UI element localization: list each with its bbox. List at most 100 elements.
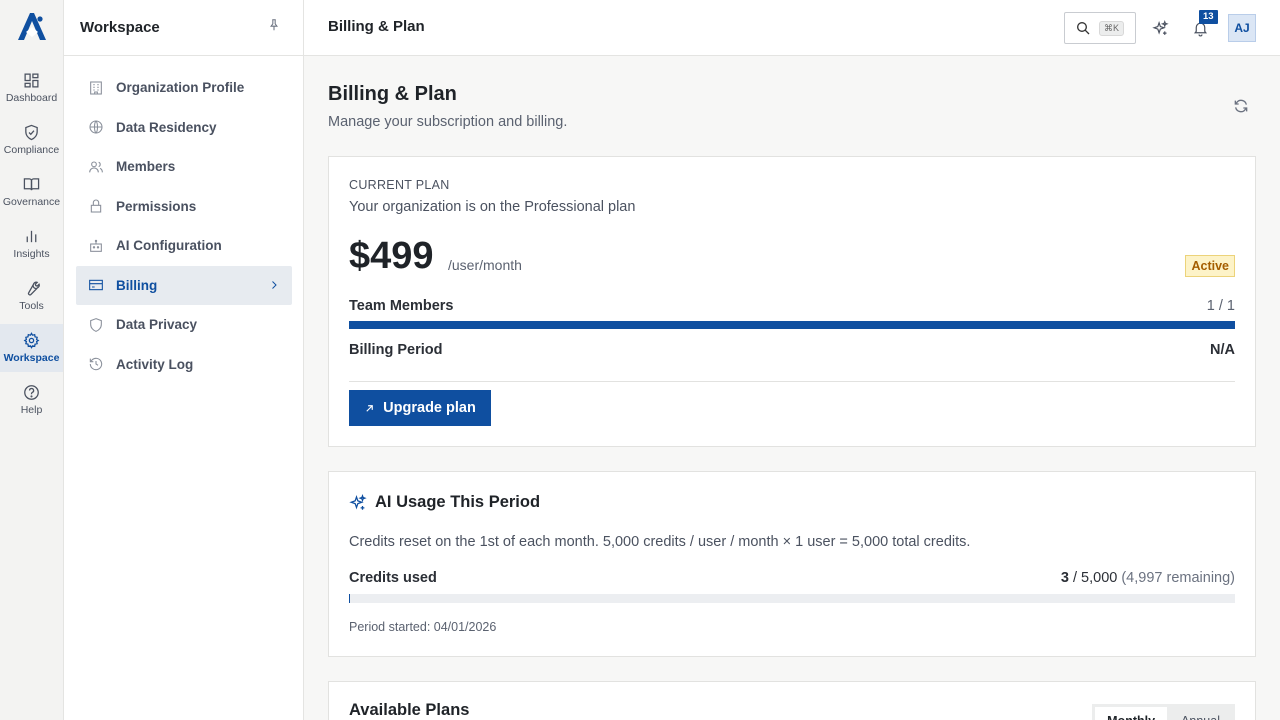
sidebar-item-data-residency[interactable]: Data Residency: [76, 108, 292, 148]
notification-count-badge: 13: [1199, 10, 1218, 24]
sparkles-icon: [349, 493, 367, 510]
sparkles-icon: [1151, 19, 1169, 35]
plan-price: $499: [349, 235, 434, 277]
rail-item-tools[interactable]: Tools: [0, 272, 63, 320]
billing-period-label: Billing Period: [349, 342, 443, 358]
pin-icon: [270, 19, 278, 31]
sidebar-item-organization-profile[interactable]: Organization Profile: [76, 68, 292, 108]
user-avatar[interactable]: AJ: [1228, 14, 1256, 42]
sidebar-item-label: AI Configuration: [116, 238, 222, 254]
icon-rail: Dashboard Compliance Governance Insights…: [0, 0, 64, 720]
users-icon: [89, 161, 103, 173]
team-members-label: Team Members: [349, 298, 454, 314]
team-members-progress: [349, 321, 1235, 329]
rail-item-help[interactable]: Help: [0, 376, 63, 424]
bar-chart-icon: [26, 230, 37, 243]
rail-label: Tools: [19, 300, 44, 312]
ai-usage-title-text: AI Usage This Period: [375, 493, 541, 511]
sidebar-item-activity-log[interactable]: Activity Log: [76, 345, 292, 385]
credits-progress: [349, 594, 1235, 603]
rail-item-dashboard[interactable]: Dashboard: [0, 64, 63, 112]
breadcrumb: Billing & Plan: [328, 18, 425, 35]
sidebar-item-permissions[interactable]: Permissions: [76, 187, 292, 227]
current-plan-eyebrow: CURRENT PLAN: [349, 178, 450, 192]
credits-used-count: 3: [1060, 570, 1069, 586]
rail-label: Workspace: [3, 352, 60, 364]
upgrade-plan-button[interactable]: Upgrade plan: [349, 390, 491, 426]
rail-item-workspace[interactable]: Workspace: [0, 324, 63, 372]
upgrade-plan-label: Upgrade plan: [383, 400, 476, 416]
sidebar-header: Workspace: [64, 0, 303, 56]
price-unit: /user/month: [448, 257, 522, 273]
sidebar-item-ai-configuration[interactable]: AI Configuration: [76, 226, 292, 266]
billing-cycle-toggle: Monthly Annual: [1092, 704, 1235, 720]
shield-icon: [90, 317, 102, 332]
toggle-annual[interactable]: Annual: [1169, 707, 1232, 720]
current-plan-card: CURRENT PLAN Your organization is on the…: [328, 156, 1256, 447]
sidebar-item-label: Data Residency: [116, 119, 217, 135]
toggle-monthly[interactable]: Monthly: [1095, 707, 1168, 720]
book-icon: [23, 178, 40, 191]
dashboard-icon: [24, 73, 39, 88]
rail-label: Dashboard: [5, 92, 58, 104]
rail-item-compliance[interactable]: Compliance: [0, 116, 63, 164]
shield-check-icon: [25, 124, 38, 141]
rail-label: Insights: [13, 248, 50, 260]
sidebar-nav: Organization Profile Data Residency Memb…: [76, 68, 292, 384]
rail-label: Compliance: [3, 144, 60, 156]
divider: [349, 381, 1235, 382]
ai-usage-card: AI Usage This Period Credits reset on th…: [328, 471, 1256, 657]
sidebar-item-label: Data Privacy: [116, 317, 198, 333]
shortcut-hint: ⌘K: [1099, 20, 1125, 36]
team-members-value: 1 / 1: [1206, 298, 1235, 314]
team-members-progress-fill: [349, 321, 1235, 329]
sidebar-item-members[interactable]: Members: [76, 147, 292, 187]
credit-card-icon: [89, 280, 103, 291]
credits-total: / 5,000: [1068, 570, 1118, 586]
lock-icon: [90, 199, 102, 213]
pin-button[interactable]: [267, 18, 281, 37]
sidebar-item-label: Organization Profile: [116, 80, 245, 96]
page-title: Billing & Plan: [328, 83, 457, 105]
robot-icon: [90, 239, 102, 252]
plan-description: Your organization is on the Professional…: [349, 199, 636, 215]
ai-usage-title: AI Usage This Period: [349, 493, 540, 512]
sidebar-item-label: Billing: [116, 277, 158, 293]
sidebar-item-billing[interactable]: Billing: [76, 265, 292, 305]
billing-period-value: N/A: [1210, 342, 1235, 358]
top-bar: Billing & Plan ⌘K 13 AJ: [304, 0, 1280, 56]
sidebar-title: Workspace: [80, 19, 160, 36]
globe-icon: [89, 120, 103, 135]
available-plans-card: Available Plans Monthly Annual: [328, 681, 1256, 720]
credits-used-value: 3 / 5,000 (4,997 remaining): [1061, 570, 1235, 586]
rail-label: Governance: [2, 196, 61, 208]
rail-item-governance[interactable]: Governance: [0, 168, 63, 216]
logo-icon: [18, 13, 46, 40]
credits-progress-fill: [349, 594, 350, 603]
period-started: Period started: 04/01/2026: [349, 620, 497, 634]
building-icon: [90, 81, 102, 95]
sidebar-item-data-privacy[interactable]: Data Privacy: [76, 305, 292, 345]
search-button[interactable]: ⌘K: [1064, 12, 1136, 44]
refresh-icon[interactable]: [1233, 98, 1249, 114]
credits-description: Credits reset on the 1st of each month. …: [349, 534, 971, 550]
workspace-sidebar: Workspace Organization Profile Data Resi…: [64, 0, 304, 720]
available-plans-title: Available Plans: [349, 701, 470, 719]
sidebar-item-label: Members: [116, 159, 176, 175]
arrow-up-right-icon: [366, 404, 373, 412]
sidebar-item-label: Activity Log: [116, 356, 194, 372]
sidebar-item-label: Permissions: [116, 198, 197, 214]
rail-item-insights[interactable]: Insights: [0, 220, 63, 268]
help-circle-icon: [24, 385, 39, 400]
credits-remaining: (4,997 remaining): [1117, 570, 1235, 586]
credits-used-label: Credits used: [349, 570, 437, 586]
wrench-icon: [27, 281, 40, 296]
history-icon: [89, 358, 103, 371]
ai-assistant-button[interactable]: [1148, 16, 1172, 40]
app-logo[interactable]: [0, 10, 64, 46]
gear-icon: [23, 332, 40, 349]
chevron-right-icon: [272, 281, 277, 290]
page-subtitle: Manage your subscription and billing.: [328, 114, 568, 130]
status-badge: Active: [1185, 255, 1235, 277]
search-icon: [1077, 22, 1090, 35]
